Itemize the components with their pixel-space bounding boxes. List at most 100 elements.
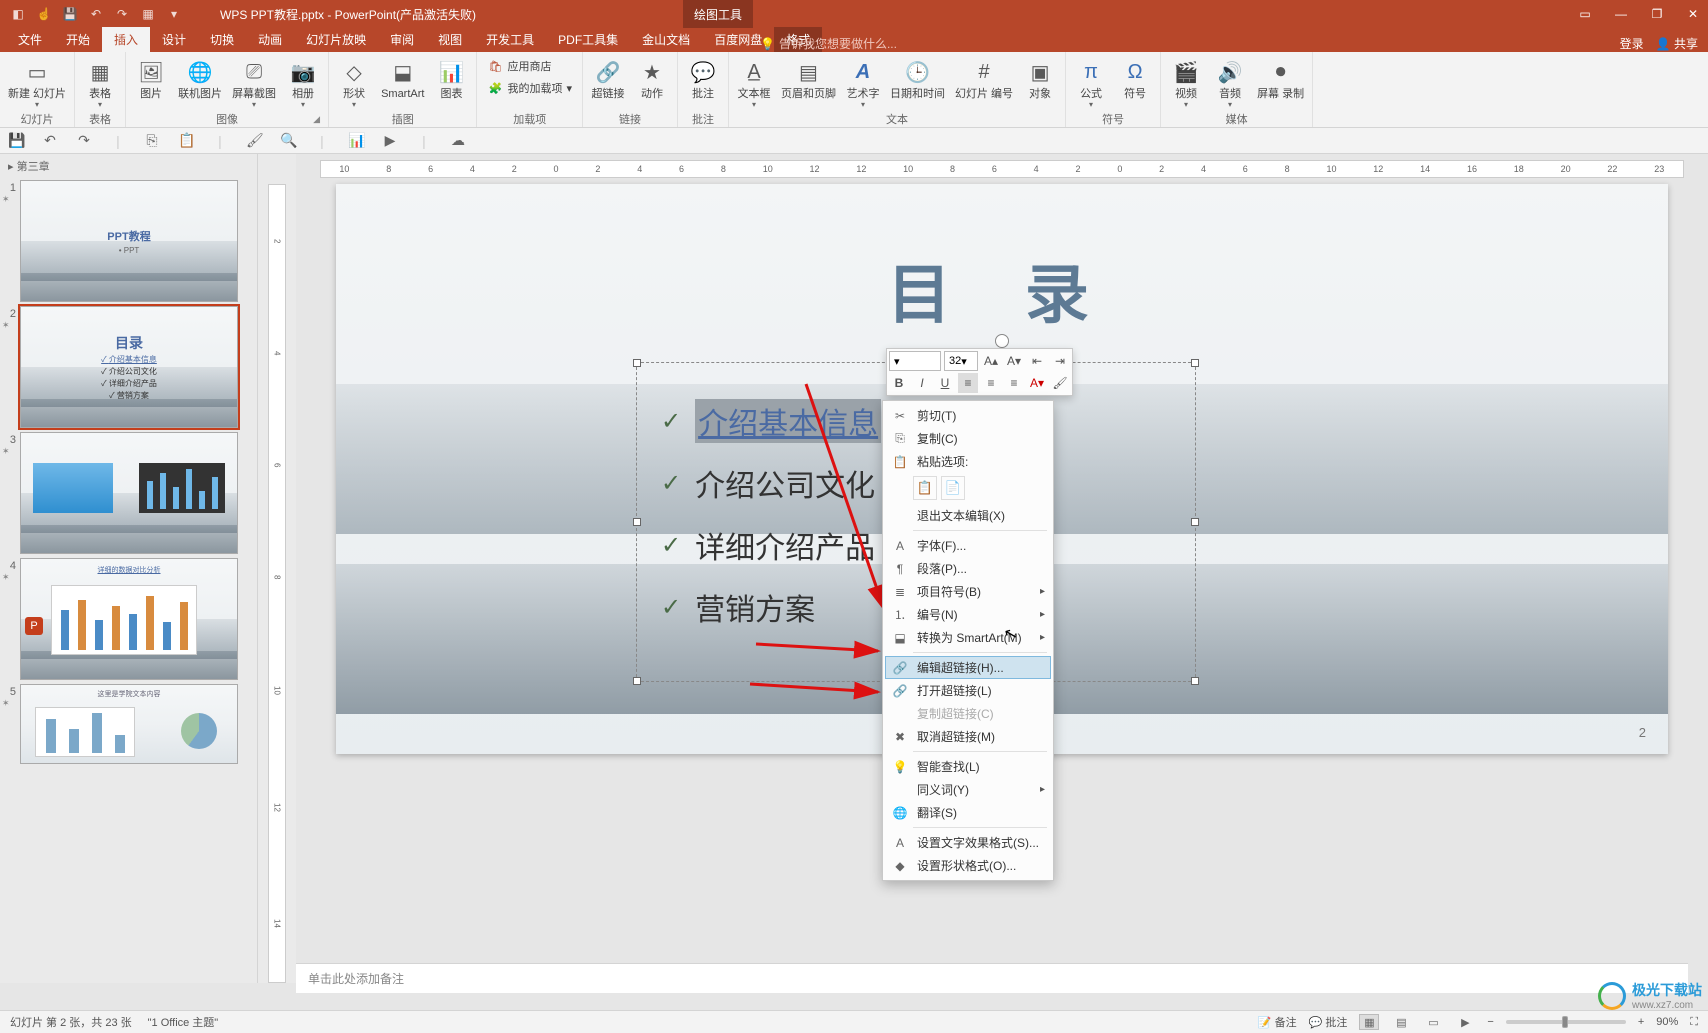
shapes-button[interactable]: ◇形状▾	[335, 56, 373, 111]
resize-handle[interactable]	[1191, 359, 1199, 367]
bold-button[interactable]: B	[889, 373, 909, 393]
increase-indent-icon[interactable]: ⇥	[1050, 351, 1070, 371]
ctx-text-effect-format[interactable]: A设置文字效果格式(S)...	[885, 831, 1051, 854]
resize-handle[interactable]	[633, 359, 641, 367]
decrease-indent-icon[interactable]: ⇤	[1027, 351, 1047, 371]
qat-redo-icon[interactable]: ↷	[76, 132, 92, 149]
autosave-icon[interactable]: ◧	[10, 6, 26, 22]
wordart-button[interactable]: A艺术字▾	[844, 56, 882, 111]
format-painter-button[interactable]: 🖌	[1050, 373, 1070, 393]
login-link[interactable]: 登录	[1620, 35, 1644, 52]
section-header[interactable]: ▸ 第三章	[0, 154, 257, 178]
save-icon[interactable]: 💾	[62, 6, 78, 22]
qat-copy-icon[interactable]: ⎘	[144, 132, 160, 149]
chart-button[interactable]: 📊图表	[432, 56, 470, 102]
qat-present-icon[interactable]: ▶	[382, 132, 398, 149]
picture-button[interactable]: 🖼图片	[132, 56, 170, 102]
tab-transitions[interactable]: 切换	[198, 27, 246, 52]
images-dialog-icon[interactable]: ◢	[313, 114, 320, 125]
screenrec-button[interactable]: ⏺屏幕 录制	[1255, 56, 1306, 102]
thumb-slide-4[interactable]: 详细的数据对比分析 P	[20, 558, 238, 680]
action-button[interactable]: ★动作	[633, 56, 671, 102]
ctx-edit-hyperlink[interactable]: 🔗编辑超链接(H)...	[885, 656, 1051, 679]
smartart-button[interactable]: ⬓SmartArt	[379, 56, 426, 102]
textbox-button[interactable]: A̲文本框▾	[735, 56, 773, 111]
thumb-slide-2[interactable]: 目录 ✓ 介绍基本信息 ✓ 介绍公司文化 ✓ 详细介绍产品 ✓ 营销方案	[20, 306, 238, 428]
album-button[interactable]: 📷相册▾	[284, 56, 322, 111]
zoom-slider[interactable]	[1506, 1020, 1626, 1024]
tab-file[interactable]: 文件	[6, 27, 54, 52]
resize-handle[interactable]	[633, 677, 641, 685]
qat-chart-icon[interactable]: 📊	[348, 132, 364, 149]
tab-slideshow[interactable]: 幻灯片放映	[294, 27, 378, 52]
resize-handle[interactable]	[1191, 677, 1199, 685]
resize-handle[interactable]	[633, 518, 641, 526]
object-button[interactable]: ▣对象	[1021, 56, 1059, 102]
normal-view-icon[interactable]: ▦	[1359, 1014, 1379, 1030]
qat-brush-icon[interactable]: 🖌	[246, 132, 262, 149]
store-button[interactable]: 🛍应用商店	[483, 56, 576, 76]
tab-animations[interactable]: 动画	[246, 27, 294, 52]
font-size-select[interactable]: 32 ▾	[944, 351, 978, 371]
fit-window-icon[interactable]: ⛶	[1690, 1016, 1698, 1029]
my-addins-button[interactable]: 🧩我的加载项 ▾	[483, 78, 576, 98]
qat-paste-icon[interactable]: 📋	[178, 132, 194, 149]
zoom-level[interactable]: 90%	[1656, 1016, 1678, 1028]
tab-view[interactable]: 视图	[426, 27, 474, 52]
tab-home[interactable]: 开始	[54, 27, 102, 52]
touch-icon[interactable]: ☝	[36, 6, 52, 22]
comments-toggle[interactable]: 💬 批注	[1309, 1014, 1348, 1030]
new-slide-button[interactable]: ▭新建 幻灯片▾	[6, 56, 68, 111]
ctx-font[interactable]: A字体(F)...	[885, 534, 1051, 557]
ctx-copy[interactable]: ⎘复制(C)	[885, 427, 1051, 450]
share-button[interactable]: 👤 共享	[1656, 35, 1698, 52]
sorter-view-icon[interactable]: ▤	[1391, 1014, 1411, 1030]
equation-button[interactable]: π公式▾	[1072, 56, 1110, 111]
mini-toolbar[interactable]: ▾ 32 ▾ A▴ A▾ ⇤ ⇥ B I U ≡ ≡ ≡ A▾ 🖌	[886, 348, 1073, 396]
slide-editor[interactable]: 108642 02468 101212108 64202 4681012 141…	[296, 154, 1708, 983]
ctx-exit-text-edit[interactable]: 退出文本编辑(X)	[885, 504, 1051, 527]
ctx-synonyms[interactable]: 同义词(Y)▸	[885, 778, 1051, 801]
tab-design[interactable]: 设计	[150, 27, 198, 52]
zoom-out-icon[interactable]: −	[1487, 1016, 1493, 1028]
thumb-slide-5[interactable]: 这里是学院文本内容	[20, 684, 238, 764]
ctx-translate[interactable]: 🌐翻译(S)	[885, 801, 1051, 824]
ctx-remove-hyperlink[interactable]: ✖取消超链接(M)	[885, 725, 1051, 748]
tab-review[interactable]: 审阅	[378, 27, 426, 52]
ctx-cut[interactable]: ✂剪切(T)	[885, 404, 1051, 427]
symbol-button[interactable]: Ω符号	[1116, 56, 1154, 102]
reading-view-icon[interactable]: ▭	[1423, 1014, 1443, 1030]
thumb-slide-1[interactable]: PPT教程• PPT	[20, 180, 238, 302]
font-family-select[interactable]: ▾	[889, 351, 941, 371]
underline-button[interactable]: U	[935, 373, 955, 393]
qat-save-icon[interactable]: 💾	[8, 132, 24, 149]
comment-button[interactable]: 💬批注	[684, 56, 722, 102]
qat-more-icon[interactable]: ▾	[166, 6, 182, 22]
screenshot-button[interactable]: ⎚屏幕截图▾	[230, 56, 278, 111]
tell-me[interactable]: 💡告诉我您想要做什么...	[760, 35, 897, 52]
context-menu[interactable]: ✂剪切(T) ⎘复制(C) 📋粘贴选项: 📋 📄 退出文本编辑(X) A字体(F…	[882, 400, 1054, 881]
hyperlink-button[interactable]: 🔗超链接	[589, 56, 627, 102]
ctx-smart-lookup[interactable]: 💡智能查找(L)	[885, 755, 1051, 778]
increase-font-icon[interactable]: A▴	[981, 351, 1001, 371]
minimize-icon[interactable]: —	[1612, 5, 1630, 23]
thumb-slide-3[interactable]	[20, 432, 238, 554]
headerfooter-button[interactable]: ▤页眉和页脚	[779, 56, 838, 102]
online-picture-button[interactable]: 🌐联机图片	[176, 56, 224, 102]
align-left-button[interactable]: ≡	[958, 373, 978, 393]
tab-insert[interactable]: 插入	[102, 27, 150, 52]
zoom-in-icon[interactable]: +	[1638, 1016, 1644, 1028]
qat-undo-icon[interactable]: ↶	[42, 132, 58, 149]
ctx-bullets[interactable]: ≣项目符号(B)▸	[885, 580, 1051, 603]
redo-icon[interactable]: ↷	[114, 6, 130, 22]
ctx-paragraph[interactable]: ¶段落(P)...	[885, 557, 1051, 580]
ctx-convert-smartart[interactable]: ⬓转换为 SmartArt(M)▸	[885, 626, 1051, 649]
qat-find-icon[interactable]: 🔍	[280, 132, 296, 149]
notes-pane[interactable]: 单击此处添加备注	[296, 963, 1688, 993]
audio-button[interactable]: 🔊音频▾	[1211, 56, 1249, 111]
slideshow-icon[interactable]: ▦	[140, 6, 156, 22]
video-button[interactable]: 🎬视频▾	[1167, 56, 1205, 111]
datetime-button[interactable]: 🕒日期和时间	[888, 56, 947, 102]
notes-toggle[interactable]: 📝 备注	[1258, 1014, 1297, 1030]
maximize-icon[interactable]: ❐	[1648, 5, 1666, 23]
